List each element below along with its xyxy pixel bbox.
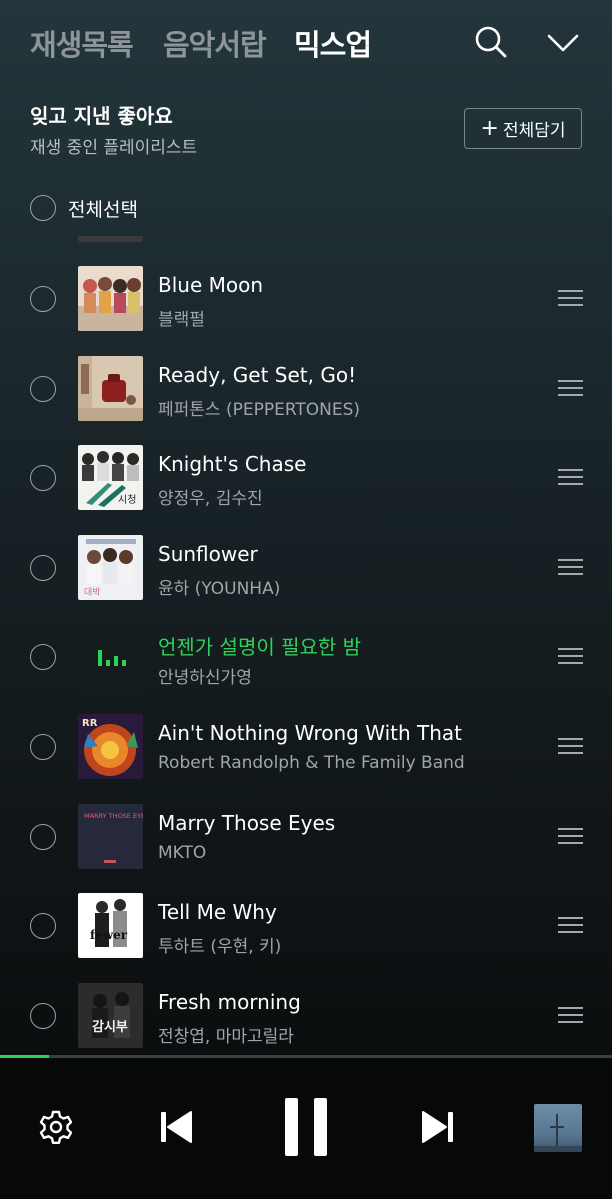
song-title: Fresh morning: [158, 989, 301, 1014]
song-artist: 블랙펄: [158, 310, 205, 330]
drag-handle-icon[interactable]: [558, 379, 583, 398]
album-art: 시청: [78, 445, 143, 511]
drag-handle-icon[interactable]: [558, 737, 583, 756]
tab-music-drawer[interactable]: 음악서랍: [163, 22, 267, 64]
svg-text:RR: RR: [82, 718, 98, 729]
player-controls: [0, 1058, 612, 1199]
song-checkbox[interactable]: [30, 286, 56, 312]
drag-handle-icon[interactable]: [558, 827, 583, 846]
song-checkbox[interactable]: [30, 733, 56, 760]
song-checkbox[interactable]: [30, 823, 56, 850]
song-title: Knight's Chase: [158, 452, 307, 477]
song-artist: 양정우, 김수진: [158, 489, 263, 510]
settings-gear-icon[interactable]: [38, 1109, 74, 1145]
song-title: 언젠가 설명이 필요한 밤: [158, 635, 362, 660]
song-artist: 안녕하신가영: [158, 668, 252, 689]
song-row[interactable]: Ready, Get Set, Go! 페퍼톤스 (PEPPERTONES): [0, 344, 612, 434]
playlist-title: 잊고 지낸 좋아요: [30, 104, 173, 128]
drag-handle-icon[interactable]: [558, 290, 583, 308]
song-row[interactable]: 시청 Knight's Chase 양정우, 김수진: [0, 433, 612, 523]
album-art: fewer: [78, 893, 143, 959]
album-art: [78, 355, 143, 421]
song-checkbox[interactable]: [30, 1002, 56, 1029]
song-row[interactable]: MARRY THOSE EYES Marry Those Eyes MKTO: [0, 792, 612, 882]
album-art: 감시부: [78, 982, 143, 1048]
song-row[interactable]: Blue Moon 블랙펄: [0, 254, 612, 344]
svg-text:대박: 대박: [84, 587, 101, 598]
song-row[interactable]: RR Ain't Nothing Wrong With That Robert …: [0, 702, 612, 792]
select-all-checkbox[interactable]: [30, 195, 56, 221]
previous-track-icon[interactable]: [158, 1109, 194, 1145]
tab-playlist[interactable]: 재생목록: [30, 22, 134, 64]
album-art: [78, 266, 143, 331]
song-artist: 전창엽, 마마고릴라: [158, 1026, 294, 1047]
song-checkbox[interactable]: [30, 465, 56, 492]
top-bar: 재생목록 음악서랍 믹스업: [0, 0, 612, 84]
song-title: Tell Me Why: [158, 900, 277, 925]
album-art: 대박: [78, 534, 143, 600]
svg-text:MARRY THOSE EYES: MARRY THOSE EYES: [84, 812, 143, 820]
song-artist: 윤하 (YOUNHA): [158, 578, 281, 599]
album-art: [78, 624, 143, 690]
drag-handle-icon[interactable]: [558, 1006, 583, 1025]
tab-mixup[interactable]: 믹스업: [294, 22, 372, 64]
song-artist: Robert Randolph & The Family Band: [158, 752, 465, 773]
song-checkbox[interactable]: [30, 554, 56, 581]
song-checkbox[interactable]: [30, 644, 56, 671]
song-title: Blue Moon: [158, 273, 264, 297]
song-row[interactable]: fewer Tell Me Why 투하트 (우현, 키): [0, 881, 612, 971]
plus-icon: +: [480, 115, 499, 141]
select-all[interactable]: 전체선택: [30, 194, 138, 222]
song-title: Ready, Get Set, Go!: [158, 362, 357, 387]
search-icon[interactable]: [473, 24, 509, 60]
song-title: Sunflower: [158, 541, 258, 566]
song-artist: 투하트 (우현, 키): [158, 937, 282, 958]
song-row-now-playing[interactable]: 언젠가 설명이 필요한 밤 안녕하신가영: [0, 612, 612, 702]
song-artist: 페퍼톤스 (PEPPERTONES): [158, 399, 361, 420]
song-title: Ain't Nothing Wrong With That: [158, 720, 462, 745]
next-track-icon[interactable]: [420, 1109, 456, 1145]
playlist-subtitle: 재생 중인 플레이리스트: [30, 138, 198, 158]
song-checkbox[interactable]: [30, 375, 56, 402]
drag-handle-icon[interactable]: [558, 648, 583, 666]
svg-text:감시부: 감시부: [92, 1020, 128, 1035]
svg-text:fewer: fewer: [90, 928, 128, 942]
album-art: MARRY THOSE EYES: [78, 803, 143, 869]
add-all-button[interactable]: + 전체담기: [464, 108, 582, 149]
pause-icon[interactable]: [283, 1096, 329, 1158]
song-row[interactable]: 대박 Sunflower 윤하 (YOUNHA): [0, 523, 612, 613]
drag-handle-icon[interactable]: [558, 917, 583, 935]
album-art: RR: [78, 713, 143, 779]
song-checkbox[interactable]: [30, 913, 56, 940]
song-title: Marry Those Eyes: [158, 810, 336, 835]
svg-text:시청: 시청: [118, 494, 136, 506]
add-all-label: 전체담기: [502, 121, 566, 141]
drag-handle-icon[interactable]: [558, 558, 583, 577]
previous-item-peek: [78, 236, 143, 242]
chevron-down-icon[interactable]: [545, 24, 581, 60]
equalizer-icon: [98, 650, 102, 667]
select-all-label: 전체선택: [68, 198, 138, 221]
drag-handle-icon[interactable]: [558, 469, 583, 487]
now-playing-album-art[interactable]: [534, 1104, 582, 1152]
song-list: Blue Moon 블랙펄 Ready, Get Set, Go! 페퍼톤스 (…: [0, 254, 612, 1060]
song-row[interactable]: 감시부 Fresh morning 전창엽, 마마고릴라: [0, 971, 612, 1061]
song-artist: MKTO: [158, 842, 207, 863]
